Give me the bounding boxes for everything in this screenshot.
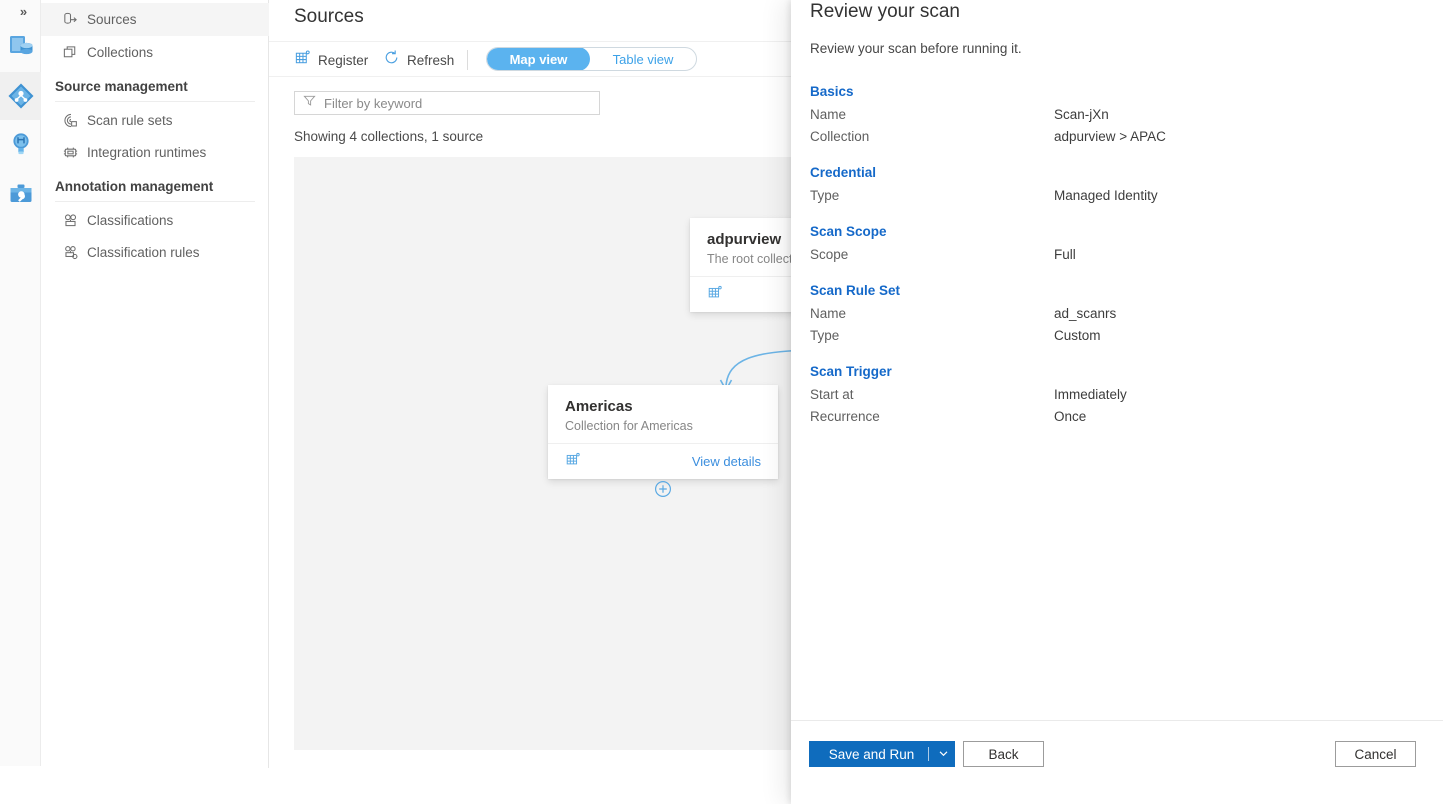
scan-rule-sets-icon <box>53 112 87 129</box>
register-label: Register <box>318 53 368 68</box>
sidebar-item-label: Scan rule sets <box>87 113 173 128</box>
nav-divider <box>55 201 255 202</box>
data-insights-icon <box>7 130 35 158</box>
detail-label: Start at <box>810 387 1054 402</box>
detail-label: Recurrence <box>810 409 1054 424</box>
nav-section-annotation-management: Annotation management <box>41 171 269 201</box>
nav-section-source-management: Source management <box>41 71 269 101</box>
rail-item-data-map[interactable] <box>0 72 41 120</box>
detail-label: Scope <box>810 247 1054 262</box>
save-and-run-button[interactable]: Save and Run <box>809 741 955 767</box>
register-icon <box>294 49 311 71</box>
refresh-label: Refresh <box>407 53 454 68</box>
add-collection-button[interactable] <box>654 480 672 498</box>
detail-row-start-at: Start at Immediately <box>810 387 1443 402</box>
collections-icon <box>53 44 87 61</box>
chevron-down-icon[interactable] <box>938 747 949 762</box>
detail-value: Custom <box>1054 328 1101 343</box>
detail-value: Scan-jXn <box>1054 107 1109 122</box>
panel-title: Review your scan <box>810 1 960 23</box>
detail-value: Immediately <box>1054 387 1127 402</box>
cancel-button[interactable]: Cancel <box>1335 741 1416 767</box>
data-catalog-icon <box>7 32 35 60</box>
sidebar-item-label: Collections <box>87 45 153 60</box>
section-heading-basics: Basics <box>810 84 1443 99</box>
nav-divider <box>55 101 255 102</box>
sidebar-item-collections[interactable]: Collections <box>41 36 269 69</box>
showing-count-label: Showing 4 collections, 1 source <box>294 129 483 144</box>
rail-item-data-insights[interactable] <box>0 120 41 168</box>
panel-sections: Basics Name Scan-jXn Collection adpurvie… <box>791 78 1443 424</box>
detail-label: Type <box>810 328 1054 343</box>
command-separator <box>467 50 468 70</box>
filter-placeholder: Filter by keyword <box>324 96 422 111</box>
classifications-icon <box>53 212 87 229</box>
sidebar-item-classification-rules[interactable]: Classification rules <box>41 236 269 269</box>
view-toggle-group: Map view Table view <box>486 47 697 71</box>
data-map-icon <box>6 81 36 111</box>
filter-input[interactable]: Filter by keyword <box>294 91 600 115</box>
left-nav-panel: Sources Collections Source management <box>41 0 269 768</box>
detail-row-name: Name Scan-jXn <box>810 107 1443 122</box>
detail-value: Once <box>1054 409 1086 424</box>
detail-value: adpurview > APAC <box>1054 129 1166 144</box>
detail-label: Name <box>810 306 1054 321</box>
sidebar-item-sources[interactable]: Sources <box>41 3 269 36</box>
sidebar-item-label: Classification rules <box>87 245 200 260</box>
nav-section-label: Source management <box>55 79 188 94</box>
section-heading-credential: Credential <box>810 165 1443 180</box>
sidebar-item-classifications[interactable]: Classifications <box>41 204 269 237</box>
detail-value: ad_scanrs <box>1054 306 1116 321</box>
detail-value: Full <box>1054 247 1076 262</box>
refresh-icon <box>383 49 400 71</box>
collection-card-americas[interactable]: Americas Collection for Americas View de… <box>548 385 778 479</box>
management-icon <box>7 180 35 208</box>
detail-row-scope: Scope Full <box>810 247 1443 262</box>
integration-runtimes-icon <box>53 144 87 161</box>
review-scan-panel: Review your scan Review your scan before… <box>791 0 1443 804</box>
detail-row-credential-type: Type Managed Identity <box>810 188 1443 203</box>
refresh-button[interactable]: Refresh <box>383 42 454 78</box>
page-title: Sources <box>294 6 364 28</box>
section-heading-scan-scope: Scan Scope <box>810 224 1443 239</box>
sidebar-item-label: Sources <box>87 12 137 27</box>
section-heading-scan-rule-set: Scan Rule Set <box>810 283 1443 298</box>
card-title: Americas <box>565 398 761 415</box>
sidebar-item-scan-rule-sets[interactable]: Scan rule sets <box>41 104 269 137</box>
detail-row-rule-set-type: Type Custom <box>810 328 1443 343</box>
back-button[interactable]: Back <box>963 741 1044 767</box>
classification-rules-icon <box>53 244 87 261</box>
card-subtitle: Collection for Americas <box>565 419 761 433</box>
detail-row-rule-set-name: Name ad_scanrs <box>810 306 1443 321</box>
detail-label: Name <box>810 107 1054 122</box>
collection-icon <box>707 284 723 305</box>
detail-row-collection: Collection adpurview > APAC <box>810 129 1443 144</box>
collection-icon <box>565 451 581 472</box>
map-view-toggle[interactable]: Map view <box>487 47 590 71</box>
sources-icon <box>53 11 87 28</box>
register-button[interactable]: Register <box>294 42 368 78</box>
rail-item-data-catalog[interactable] <box>0 22 41 70</box>
save-and-run-label: Save and Run <box>815 747 928 762</box>
rail-item-management[interactable] <box>0 170 41 218</box>
view-details-link[interactable]: View details <box>692 454 761 469</box>
panel-description: Review your scan before running it. <box>810 41 1022 56</box>
table-view-toggle[interactable]: Table view <box>590 47 696 71</box>
detail-value: Managed Identity <box>1054 188 1158 203</box>
expand-rail-icon[interactable]: » <box>10 2 36 22</box>
sidebar-item-label: Integration runtimes <box>87 145 206 160</box>
filter-icon <box>303 94 316 112</box>
sidebar-item-label: Classifications <box>87 213 173 228</box>
sidebar-item-integration-runtimes[interactable]: Integration runtimes <box>41 136 269 169</box>
section-heading-scan-trigger: Scan Trigger <box>810 364 1443 379</box>
split-button-divider <box>928 747 929 761</box>
app-icon-rail: » <box>0 0 41 766</box>
detail-label: Collection <box>810 129 1054 144</box>
detail-label: Type <box>810 188 1054 203</box>
nav-section-label: Annotation management <box>55 179 213 194</box>
detail-row-recurrence: Recurrence Once <box>810 409 1443 424</box>
panel-footer: Save and Run Back Cancel <box>791 720 1443 804</box>
